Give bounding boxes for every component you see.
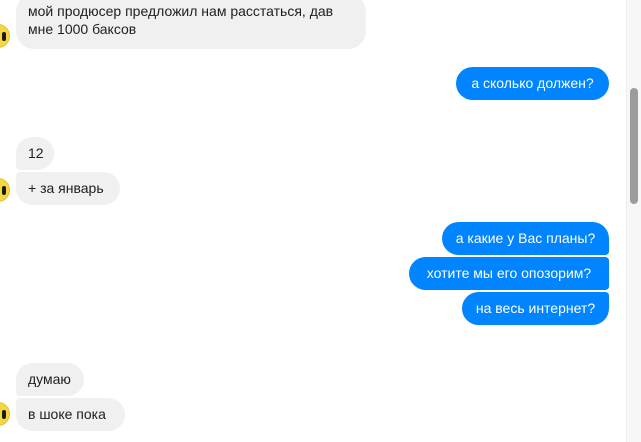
message-bubble-outgoing: а сколько должен? [456, 67, 609, 100]
message-text: а сколько должен? [471, 75, 594, 91]
message-text: а какие у Вас планы? [455, 230, 596, 246]
message-text: в шоке пока [28, 406, 106, 422]
contact-avatar-icon[interactable] [0, 24, 10, 48]
scrollbar-track[interactable] [626, 0, 641, 442]
message-bubble-incoming: в шоке пока [16, 398, 125, 431]
message-bubble-incoming: думаю [16, 363, 84, 396]
message-text: + за январь [28, 180, 104, 196]
scrollbar-thumb[interactable] [630, 88, 638, 204]
message-bubble-incoming: мой продюсер предложил нам расстаться, д… [16, 0, 366, 49]
contact-avatar-icon[interactable] [0, 402, 10, 426]
contact-avatar-icon[interactable] [0, 178, 10, 202]
message-text: думаю [28, 371, 71, 387]
chat-conversation: мой продюсер предложил нам расстаться, д… [0, 0, 641, 442]
message-bubble-incoming: + за январь [16, 172, 120, 205]
message-text: хотите мы его опозорим? [426, 265, 592, 281]
message-bubble-outgoing: а какие у Вас планы? [442, 222, 609, 255]
message-bubble-incoming: 12 [16, 137, 54, 170]
message-text: 12 [28, 145, 44, 161]
message-text: мой продюсер предложил нам расстаться, д… [28, 3, 334, 37]
message-text: на весь интернет? [475, 300, 596, 316]
message-bubble-outgoing: хотите мы его опозорим? [409, 257, 609, 290]
message-bubble-outgoing: на весь интернет? [462, 292, 609, 325]
